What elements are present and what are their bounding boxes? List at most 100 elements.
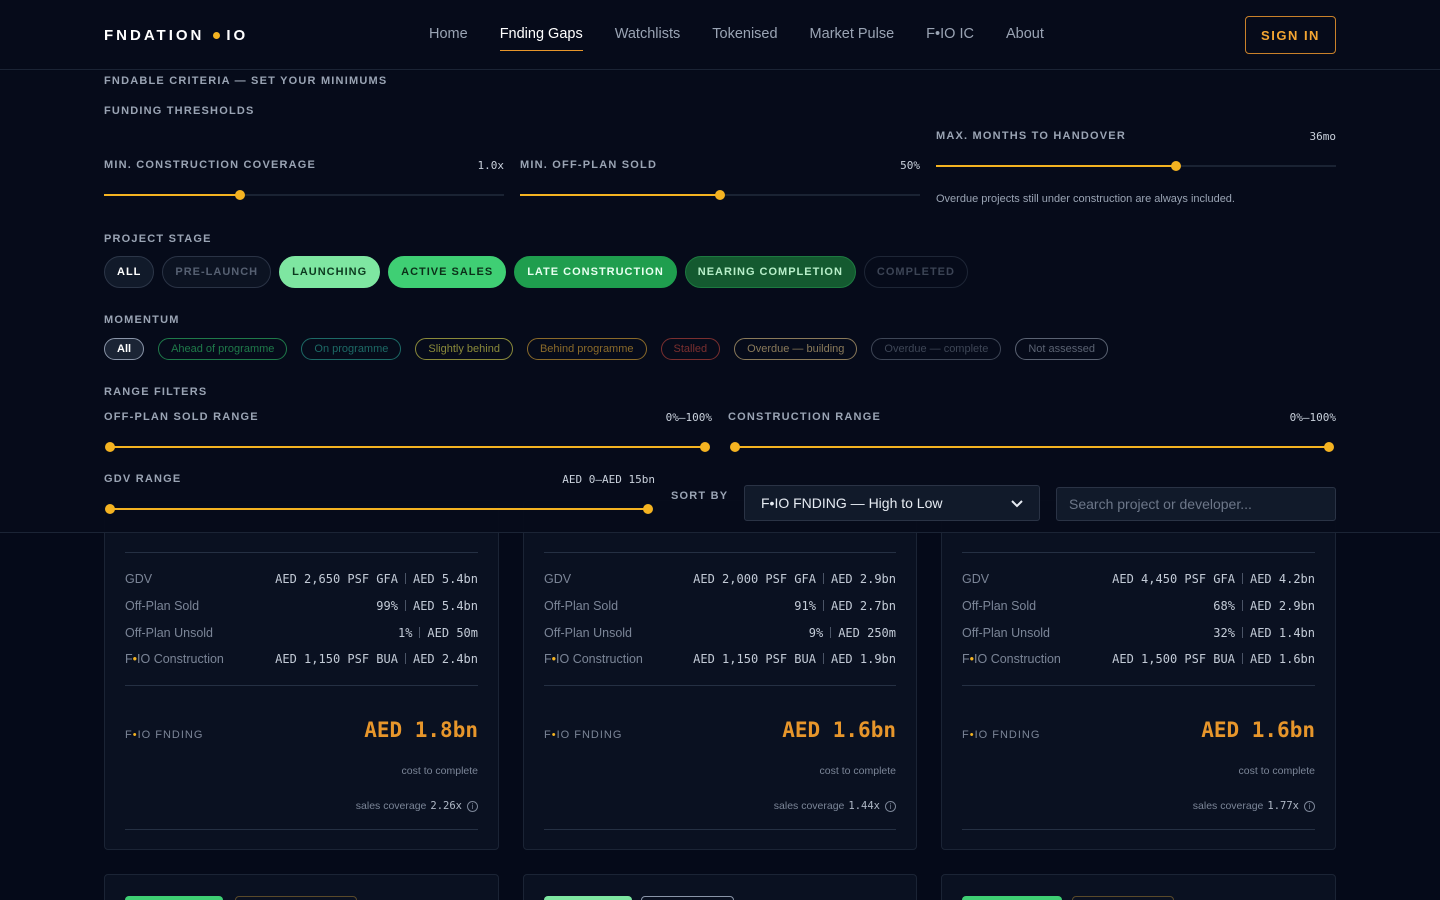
stage-chip-pre-launch[interactable]: PRE-LAUNCH xyxy=(162,256,272,288)
gdv-value: AED 4,450 PSF GFA AED 4.2bn xyxy=(1112,572,1315,586)
momentum-chip-overdue-building[interactable]: Overdue — building xyxy=(734,338,858,360)
stage-chip-active-sales[interactable]: ACTIVE SALES xyxy=(388,256,507,288)
nav-link-fio-ic[interactable]: F•IO IC xyxy=(926,26,974,50)
thresholds-heading: FUNDING THRESHOLDS xyxy=(104,105,255,117)
info-icon[interactable]: i xyxy=(467,800,478,812)
sold-row: Off-Plan Sold 99% AED 5.4bn xyxy=(125,598,478,614)
momentum-chip-ahead[interactable]: Ahead of programme xyxy=(158,338,288,360)
stage-badge xyxy=(544,896,632,900)
gdv-row: GDV AED 2,000 PSF GFA AED 2.9bn xyxy=(544,571,896,587)
project-card[interactable]: GDV AED 4,450 PSF GFA AED 4.2bn Off-Plan … xyxy=(941,500,1336,850)
sold-label: Off-Plan Sold xyxy=(962,599,1037,613)
coverage-label: sales coverage xyxy=(773,800,845,812)
sort-by-label: SORT BY xyxy=(671,490,729,502)
stage-chip-late-construction[interactable]: LATE CONSTRUCTION xyxy=(514,256,677,288)
min-construction-coverage-slider[interactable] xyxy=(104,190,504,200)
slider-handle-max[interactable] xyxy=(700,442,710,452)
project-card[interactable]: GDV AED 2,650 PSF GFA AED 5.4bn Off-Plan … xyxy=(104,500,499,850)
stage-chip-completed[interactable]: COMPLETED xyxy=(863,256,968,288)
construction-range-label: CONSTRUCTION RANGE xyxy=(728,411,881,423)
momentum-chip-slightly-behind[interactable]: Slightly behind xyxy=(415,338,513,360)
nav-link-about[interactable]: About xyxy=(1006,26,1044,50)
sold-total: AED 5.4bn xyxy=(412,599,478,613)
project-card[interactable] xyxy=(523,874,917,900)
sold-label: Off-Plan Sold xyxy=(125,599,200,613)
slider-handle-max[interactable] xyxy=(643,504,653,514)
construction-range-slider[interactable] xyxy=(730,442,1334,452)
stage-chip-nearing-completion[interactable]: NEARING COMPLETION xyxy=(684,256,856,288)
slider-handle-min[interactable] xyxy=(105,442,115,452)
coverage-value: 1.77x xyxy=(1267,800,1299,812)
unsold-value: 32% AED 1.4bn xyxy=(1213,626,1315,640)
search-input[interactable] xyxy=(1056,487,1336,521)
nav-link-tokenised[interactable]: Tokenised xyxy=(712,26,777,50)
slider-handle-min[interactable] xyxy=(105,504,115,514)
construction-label-b: IO Construction xyxy=(556,652,643,666)
overdue-note: Overdue projects still under constructio… xyxy=(936,193,1235,205)
max-months-slider[interactable] xyxy=(936,161,1336,171)
construction-label: F•IO Construction xyxy=(544,652,643,666)
info-icon[interactable]: i xyxy=(1304,800,1315,812)
sold-pct: 99% xyxy=(376,599,398,613)
nav-links: Home Fnding Gaps Watchlists Tokenised Ma… xyxy=(429,26,1076,51)
momentum-chip-on-programme[interactable]: On programme xyxy=(301,338,402,360)
gdv-total: AED 4.2bn xyxy=(1249,572,1315,586)
sort-select[interactable]: F•IO FNDING — High to Low xyxy=(744,485,1040,521)
gdv-range-slider[interactable] xyxy=(105,504,653,514)
momentum-chip-overdue-complete[interactable]: Overdue — complete xyxy=(871,338,1002,360)
momentum-chip-not-assessed[interactable]: Not assessed xyxy=(1015,338,1108,360)
gdv-row: GDV AED 4,450 PSF GFA AED 4.2bn xyxy=(962,571,1315,587)
construction-label: F•IO Construction xyxy=(125,652,224,666)
slider-handle-max[interactable] xyxy=(1324,442,1334,452)
sold-value: 68% AED 2.9bn xyxy=(1213,599,1315,613)
brand-logo[interactable]: FNDATION IO xyxy=(104,27,248,44)
gdv-label: GDV xyxy=(544,572,572,586)
divider xyxy=(544,829,896,830)
project-card[interactable]: GDV AED 2,000 PSF GFA AED 2.9bn Off-Plan … xyxy=(523,500,917,850)
momentum-chip-behind[interactable]: Behind programme xyxy=(526,338,647,360)
coverage-value: 1.44x xyxy=(848,800,880,812)
unsold-pct: 32% xyxy=(1213,626,1235,640)
gdv-psf: AED 2,650 PSF GFA xyxy=(275,572,398,586)
slider-handle-min[interactable] xyxy=(730,442,740,452)
gdv-psf: AED 2,000 PSF GFA xyxy=(693,572,816,586)
unsold-row: Off-Plan Unsold 32% AED 1.4bn xyxy=(962,625,1315,641)
unsold-row: Off-Plan Unsold 9% AED 250m xyxy=(544,625,896,641)
momentum-chip-all[interactable]: All xyxy=(104,338,145,360)
info-icon[interactable]: i xyxy=(885,800,896,812)
stage-chip-launching[interactable]: LAUNCHING xyxy=(279,256,381,288)
project-card[interactable] xyxy=(104,874,499,900)
slider-handle[interactable] xyxy=(235,190,245,200)
construction-value: AED 1,150 PSF BUA AED 1.9bn xyxy=(693,652,896,666)
gdv-psf: AED 4,450 PSF GFA xyxy=(1112,572,1235,586)
construction-label-a: F xyxy=(125,652,133,666)
nav-link-home[interactable]: Home xyxy=(429,26,468,50)
unsold-label: Off-Plan Unsold xyxy=(962,626,1051,640)
min-off-plan-sold-slider[interactable] xyxy=(520,190,920,200)
gdv-value: AED 2,000 PSF GFA AED 2.9bn xyxy=(693,572,896,586)
top-nav: FNDATION IO Home Fnding Gaps Watchlists … xyxy=(0,0,1440,70)
slider-handle[interactable] xyxy=(715,190,725,200)
off-plan-range-slider[interactable] xyxy=(105,442,710,452)
cost-to-complete-label: cost to complete xyxy=(1238,765,1315,777)
cost-to-complete-label: cost to complete xyxy=(819,765,896,777)
slider-handle[interactable] xyxy=(1171,161,1181,171)
project-stage-heading: PROJECT STAGE xyxy=(104,233,212,245)
construction-label-b: IO Construction xyxy=(974,652,1061,666)
funding-value: AED 1.8bn xyxy=(364,718,478,742)
construction-row: F•IO Construction AED 1,150 PSF BUA AED 2… xyxy=(125,651,478,667)
stage-chip-all[interactable]: ALL xyxy=(104,256,155,288)
criteria-heading: FNDABLE CRITERIA — SET YOUR MINIMUMS xyxy=(104,75,388,87)
nav-link-funding-gaps[interactable]: Fnding Gaps xyxy=(499,26,583,51)
min-off-plan-sold-value: 50% xyxy=(900,159,920,172)
nav-link-watchlists[interactable]: Watchlists xyxy=(615,26,681,50)
divider xyxy=(125,685,478,686)
coverage-value: 2.26x xyxy=(430,800,462,812)
sign-in-button[interactable]: SIGN IN xyxy=(1245,16,1336,54)
construction-total: AED 1.9bn xyxy=(830,652,896,666)
nav-link-market-pulse[interactable]: Market Pulse xyxy=(810,26,895,50)
project-card[interactable] xyxy=(941,874,1336,900)
construction-row: F•IO Construction AED 1,150 PSF BUA AED 1… xyxy=(544,651,896,667)
momentum-chip-stalled[interactable]: Stalled xyxy=(660,338,721,360)
funding-label-b: IO FNDING xyxy=(974,729,1041,741)
